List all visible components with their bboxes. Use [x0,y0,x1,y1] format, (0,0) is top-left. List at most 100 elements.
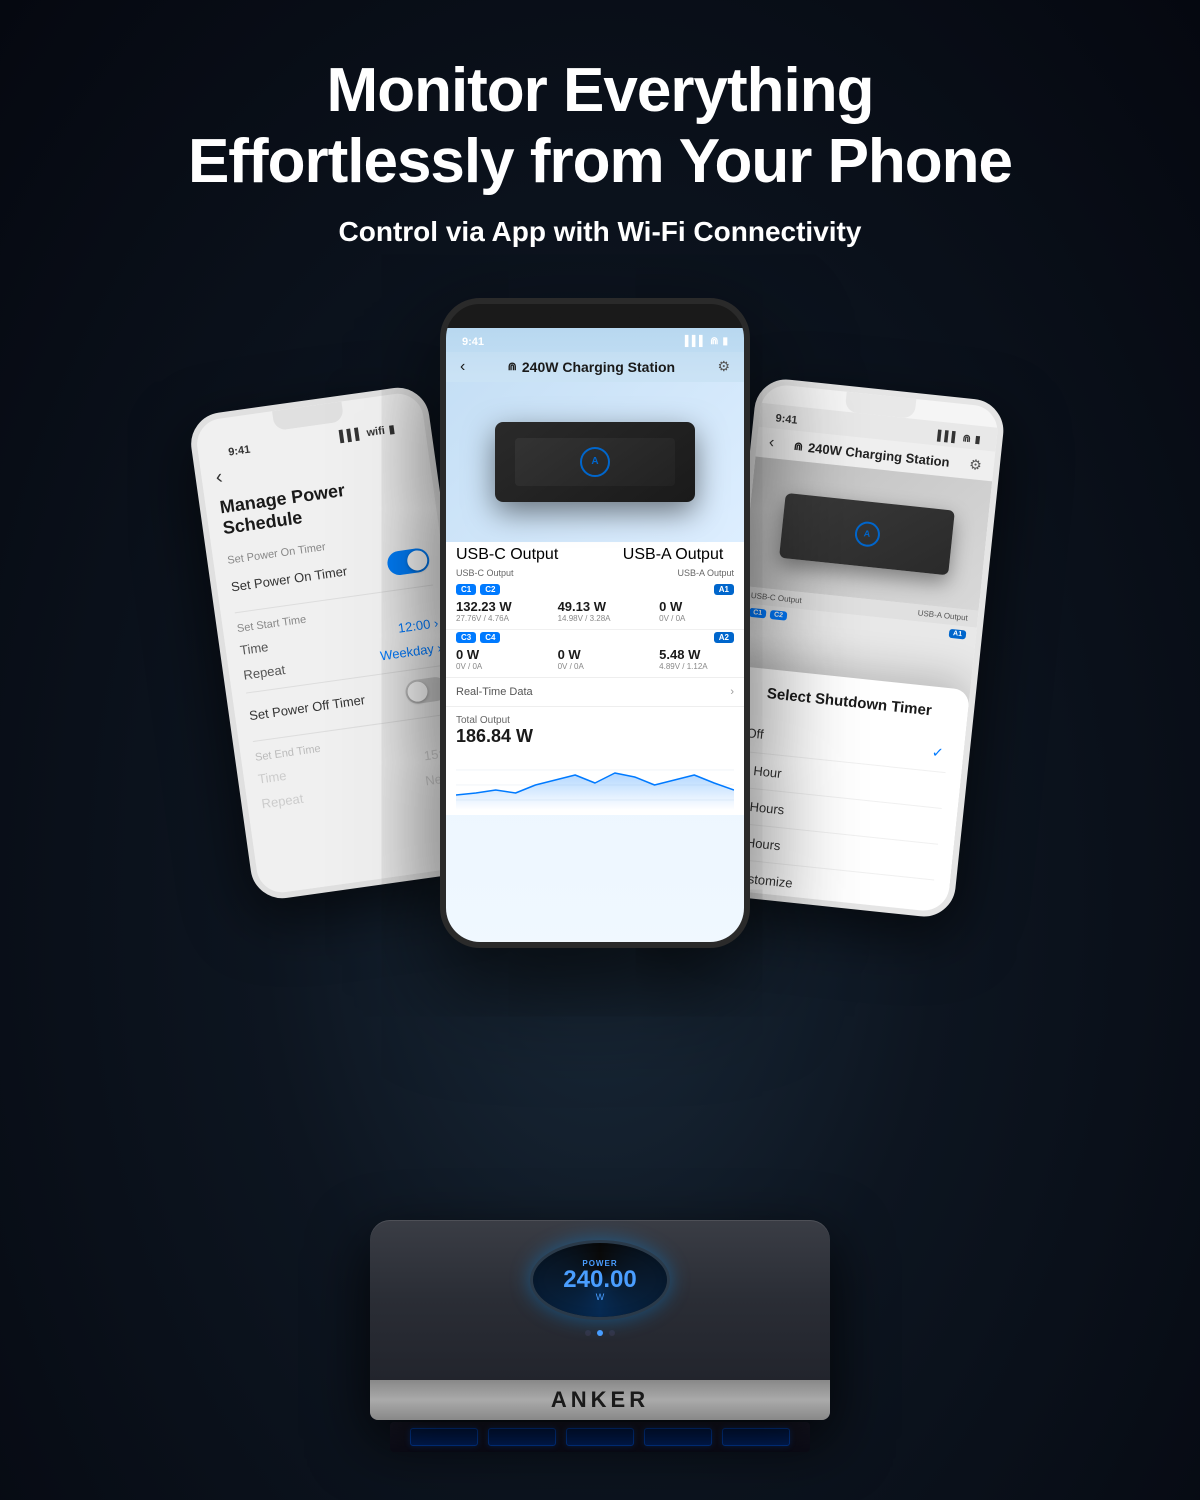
port-label-row2: USB-C Output USB-A Output [446,566,744,582]
check-icon: ✓ [931,743,944,761]
realtime-data-row[interactable]: Real-Time Data › [446,677,744,706]
total-label: Total Output [456,715,734,726]
c1-power: 132.23 W 27.76V / 4.76A [456,599,550,623]
device-dots [585,1330,615,1336]
power-row-1: 132.23 W 27.76V / 4.76A 49.13 W 14.98V /… [446,597,744,629]
usb-port-2 [488,1428,556,1446]
device-display: POWER 240.00 W [530,1240,670,1320]
settings-icon[interactable]: ⚙ [717,358,730,375]
port-badges-row: C1 C2 A1 [446,582,744,597]
signal-icon: ▌▌▌ [685,336,706,347]
dot3 [609,1330,615,1336]
subtitle: Control via App with Wi-Fi Connectivity [0,216,1200,248]
battery-icon: ▮ [722,336,728,347]
c4-detail: 0V / 0A [558,662,652,671]
battery-icon: ▮ [388,422,396,436]
power-on-toggle[interactable] [386,546,431,576]
a2-detail: 4.89V / 1.12A [659,662,734,671]
c2-power: 49.13 W 14.98V / 3.28A [558,599,652,623]
usb-port-4 [644,1428,712,1446]
anker-device: POWER 240.00 W ANKER [370,1220,830,1420]
phones-container: 9:41 ▌▌▌ wifi ▮ ‹ Manage Power Schedule … [0,298,1200,948]
center-phone-notch [550,304,640,328]
device-preview: A [495,422,695,502]
time-value[interactable]: 12:00 › [397,615,439,635]
chart-area [446,755,744,815]
port-badges-row2: C3 C4 A2 [446,629,744,645]
end-repeat-label: Repeat [261,790,305,811]
right-c2-badge: C2 [770,610,788,621]
center-time: 9:41 [462,336,484,348]
signal-icon: ▌▌▌ [339,427,364,442]
a1-watt: 0 W [659,599,734,614]
end-time-label: Time [257,767,287,786]
power-off-row: Set Power Off Timer [248,675,449,727]
anker-logo: ANKER [551,1387,649,1413]
power-off-label: Set Power Off Timer [248,691,366,722]
main-title: Monitor Everything Effortlessly from You… [0,55,1200,198]
wifi-icon: wifi [366,424,386,438]
arrow-icon: › [730,686,734,698]
right-wifi-icon: ⋒ [793,439,804,453]
usb-c-label-text: USB-C Output [456,568,623,578]
right-a1-badge: A1 [949,628,967,639]
right-phone-content: 9:41 ▌▌▌ ⋒ ▮ ‹ ⋒ 240W Charging Station ⚙ [708,402,998,919]
center-phone-content: 9:41 ▌▌▌ ⋒ ▮ ‹ ⋒ 240W Charging Station ⚙ [446,328,744,948]
a1-badge: A1 [714,584,734,595]
usb-port-1 [410,1428,478,1446]
repeat-label: Repeat [243,662,287,683]
total-section: Total Output 186.84 W [446,706,744,755]
usb-a-output-label: USB-A Output [623,546,734,564]
usb-ports-bar [390,1422,810,1452]
total-value: 186.84 W [456,726,734,747]
c2-watt: 49.13 W [558,599,652,614]
c4-watt: 0 W [558,647,652,662]
right-settings-icon[interactable]: ⚙ [968,455,982,473]
c4-power: 0 W 0V / 0A [558,647,652,671]
c2-detail: 14.98V / 3.28A [558,614,652,623]
right-device-area: A [742,456,992,610]
c1-badge: C1 [456,584,476,595]
anker-device-section: POWER 240.00 W ANKER [340,1220,860,1500]
wifi-small-icon: ⋒ [508,360,517,373]
c3-badge: C3 [456,632,476,643]
repeat-value[interactable]: Weekday › [379,640,442,663]
center-phone: 9:41 ▌▌▌ ⋒ ▮ ‹ ⋒ 240W Charging Station ⚙ [440,298,750,948]
power-unit: W [596,1292,605,1302]
modal-title: Select Shutdown Timer [746,683,953,721]
sparkline-chart [456,755,734,810]
realtime-label: Real-Time Data [456,686,533,698]
signal-icon: ▌▌▌ [937,430,959,443]
power-on-label: Set Power On Timer [230,562,348,593]
wifi-icon: ⋒ [710,336,718,347]
a2-power: 5.48 W 4.89V / 1.12A [659,647,734,671]
center-nav: ‹ ⋒ 240W Charging Station ⚙ [446,352,744,382]
device-image-area: A [446,382,744,542]
center-nav-title: ⋒ 240W Charging Station [508,359,675,375]
power-value: 240.00 [563,1268,636,1292]
header-section: Monitor Everything Effortlessly from You… [0,0,1200,268]
dot2 [597,1330,603,1336]
right-device-preview: A [779,492,955,574]
a2-watt: 5.48 W [659,647,734,662]
left-status-icons: ▌▌▌ wifi ▮ [339,422,396,443]
center-back-icon[interactable]: ‹ [460,358,465,376]
right-back-icon[interactable]: ‹ [768,434,775,452]
title-line1: Monitor Everything [327,56,874,125]
c1-watt: 132.23 W [456,599,550,614]
usb-port-5 [722,1428,790,1446]
wifi-icon: ⋒ [962,432,971,444]
dot1 [585,1330,591,1336]
time-label: Time [239,639,269,658]
left-time: 9:41 [228,443,251,458]
right-time: 9:41 [775,412,798,426]
title-line2: Effortlessly from Your Phone [188,127,1012,196]
usb-a-label-text: USB-A Output [623,568,734,578]
a2-badge: A2 [714,632,734,643]
c1-detail: 27.76V / 4.76A [456,614,550,623]
a1-detail: 0V / 0A [659,614,734,623]
right-c1-badge: C1 [749,607,767,618]
c3-power: 0 W 0V / 0A [456,647,550,671]
c3-watt: 0 W [456,647,550,662]
power-row-2: 0 W 0V / 0A 0 W 0V / 0A 5.48 W 4.89V / 1… [446,645,744,677]
